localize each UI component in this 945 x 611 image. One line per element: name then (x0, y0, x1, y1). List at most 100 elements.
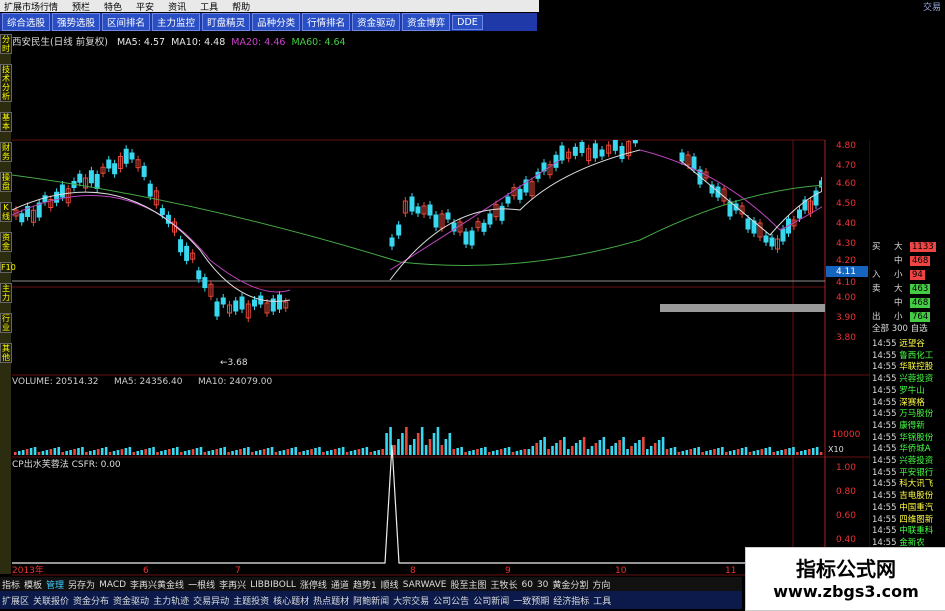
bottom-tab-13[interactable]: 一致预期 (513, 594, 549, 607)
bottom-tab-10[interactable]: 大宗交易 (393, 594, 429, 607)
ticker-row[interactable]: 14:55 四维图新 (872, 513, 933, 525)
indicator-tab-17[interactable]: 30 (537, 580, 548, 590)
volume-bar (302, 451, 305, 455)
x-axis-label: 11 (725, 566, 736, 576)
candle-body (19, 213, 25, 223)
volume-label-1: MA5: 24356.40 (114, 377, 183, 387)
bottom-tab-6[interactable]: 主题投资 (233, 594, 269, 607)
bottom-tab-12[interactable]: 公司新闻 (473, 594, 509, 607)
order-flow-footer: 全部 300 自选 (872, 324, 928, 334)
ticker-row[interactable]: 14:55 中联重科 (872, 524, 933, 536)
order-side: 入 (872, 270, 881, 280)
indicator-tab-5[interactable]: 李再兴黄金线 (130, 578, 184, 591)
volume-bar (405, 427, 408, 455)
bottom-tab-14[interactable]: 经济指标 (553, 594, 589, 607)
volume-bar (630, 446, 633, 455)
ticker-row[interactable]: 14:55 华联控股 (872, 360, 933, 372)
bottom-tab-7[interactable]: 核心题材 (273, 594, 309, 607)
bottom-tab-8[interactable]: 热点题材 (313, 594, 349, 607)
candle-body (445, 212, 451, 220)
volume-bar (61, 452, 64, 455)
indicator-tab-2[interactable]: 管理 (46, 578, 64, 591)
volume-bar (523, 449, 527, 455)
candle-body (214, 301, 220, 317)
volume-bar (472, 450, 475, 455)
volume-bar (140, 450, 143, 455)
indicator-tab-9[interactable]: 涨停线 (300, 578, 327, 591)
indicator-tab-1[interactable]: 模板 (24, 578, 42, 591)
volume-bar (412, 439, 416, 455)
ticker-row[interactable]: 14:55 兴蓉投资 (872, 372, 933, 384)
bottom-tab-0[interactable]: 扩展区 (2, 594, 29, 607)
bottom-tab-2[interactable]: 资金分布 (73, 594, 109, 607)
volume-bar (168, 449, 171, 455)
bottom-tab-9[interactable]: 阿鲍新闻 (353, 594, 389, 607)
ticker-row[interactable]: 14:55 吉电股份 (872, 489, 933, 501)
bottom-tab-1[interactable]: 关联报价 (33, 594, 69, 607)
indicator-tab-10[interactable]: 通道 (331, 578, 349, 591)
volume-bar (488, 452, 491, 455)
ticker-time: 14:55 (872, 362, 897, 373)
ticker-row[interactable]: 14:55 万马股份 (872, 407, 933, 419)
indicator-tab-7[interactable]: 李再兴 (219, 578, 246, 591)
price-tick: 4.60 (836, 179, 856, 189)
indicator-tab-6[interactable]: 一根线 (188, 578, 215, 591)
ticker-row[interactable]: 14:55 罗牛山 (872, 384, 925, 396)
bottom-tab-15[interactable]: 工具 (593, 594, 611, 607)
indicator-tab-14[interactable]: 股至主图 (450, 578, 486, 591)
indicator-tab-11[interactable]: 趋势1 (353, 578, 377, 591)
bottom-tab-3[interactable]: 资金驱动 (113, 594, 149, 607)
price-chart[interactable]: VOLUME: 20514.32 MA5: 24356.40 MA10: 24079… (0, 0, 945, 609)
ticker-row[interactable]: 14:55 科大讯飞 (872, 477, 933, 489)
volume-bar (120, 449, 124, 455)
indicator-tab-3[interactable]: 另存为 (68, 578, 95, 591)
volume-bar (258, 450, 262, 455)
ticker-row[interactable]: 14:55 远望谷 (872, 337, 925, 349)
volume-bar (65, 451, 68, 455)
ticker-name: 中联重科 (896, 526, 934, 537)
candle-body (463, 231, 469, 245)
indicator-tab-15[interactable]: 王牧长 (490, 578, 517, 591)
volume-bar (409, 445, 412, 455)
volume-bar (634, 443, 637, 455)
indicator-tab-16[interactable]: 60 (521, 580, 532, 590)
ticker-row[interactable]: 14:55 平安银行 (872, 466, 933, 478)
volume-bar (772, 452, 775, 455)
ticker-time: 14:55 (872, 409, 897, 420)
indicator-tab-0[interactable]: 指标 (2, 578, 20, 591)
volume-bar (460, 447, 463, 455)
indicator-tab-18[interactable]: 黄金分割 (552, 578, 588, 591)
candle-body (769, 237, 775, 247)
ma-line-2 (12, 149, 822, 302)
ticker-row[interactable]: 14:55 深赛格 (872, 396, 925, 408)
indicator-tab-8[interactable]: LIBBIBOLL (250, 580, 296, 590)
volume-bar (677, 452, 681, 455)
ticker-time: 14:55 (872, 374, 897, 385)
ticker-row[interactable]: 14:55 兴蓉投资 (872, 454, 933, 466)
bottom-tab-4[interactable]: 主力轨迹 (153, 594, 189, 607)
indicator-tab-13[interactable]: SARWAVE (403, 580, 447, 590)
volume-bar (373, 451, 377, 455)
candle-body (579, 142, 585, 153)
volume-bar (618, 440, 621, 455)
indicator-tab-19[interactable]: 方向 (592, 578, 610, 591)
bottom-tab-5[interactable]: 交易异动 (193, 594, 229, 607)
ticker-row[interactable]: 14:55 中国重汽 (872, 501, 933, 513)
ticker-row[interactable]: 14:55 鲁西化工 (872, 349, 933, 361)
candle-body (487, 213, 493, 225)
indicator-tab-4[interactable]: MACD (99, 580, 126, 590)
price-tick: 4.70 (836, 161, 856, 171)
volume-bar (574, 443, 578, 455)
indicator-tab-12[interactable]: 顺线 (381, 578, 399, 591)
ticker-row[interactable]: 14:55 康得新 (872, 419, 925, 431)
volume-bar (709, 450, 712, 455)
volume-bar (531, 446, 535, 455)
bottom-tab-11[interactable]: 公司公告 (433, 594, 469, 607)
indicator-line: CP出水芙蓉法 CSFR: 0.001.000.800.600.400.20 (12, 444, 856, 566)
volume-bar (231, 451, 234, 455)
volume-bar (756, 450, 760, 455)
volume-bar (740, 448, 744, 455)
volume-bar (665, 449, 669, 455)
ticker-row[interactable]: 14:55 华侨城A (872, 442, 931, 454)
ticker-row[interactable]: 14:55 华锦股份 (872, 431, 933, 443)
